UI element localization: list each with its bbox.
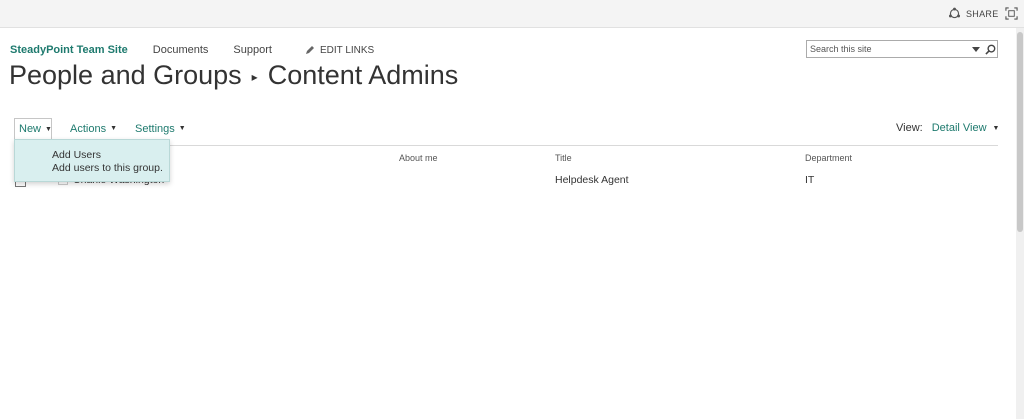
view-selector: View: Detail View ▼ (896, 122, 999, 134)
focus-mode-icon[interactable] (1005, 7, 1018, 20)
column-header-title[interactable]: Title (555, 153, 572, 163)
menu-item-description: Add users to this group. (52, 162, 163, 174)
search-icon[interactable] (985, 44, 996, 55)
nav-link-documents[interactable]: Documents (153, 44, 209, 56)
column-header-department[interactable]: Department (805, 153, 852, 163)
title-cell: Helpdesk Agent (555, 174, 629, 186)
column-header-about-me[interactable]: About me (399, 153, 438, 163)
list-toolbar: New ▼ Actions ▼ Settings ▼ View: Detail … (14, 118, 1014, 140)
share-label: SHARE (966, 8, 999, 19)
chevron-down-icon: ▼ (178, 125, 186, 132)
view-dropdown[interactable]: Detail View ▼ (932, 122, 1000, 134)
share-button[interactable]: SHARE (948, 7, 999, 20)
pencil-icon (305, 46, 314, 54)
new-label: New (19, 123, 42, 135)
page-title: People and Groups ▸ Content Admins (9, 60, 458, 91)
edit-links-label: EDIT LINKS (319, 44, 375, 56)
share-icon (948, 7, 961, 19)
chevron-down-icon: ▼ (110, 125, 118, 132)
view-label: View: (896, 122, 923, 134)
new-menu-button[interactable]: New ▼ (14, 118, 52, 139)
department-cell: IT (805, 174, 815, 186)
new-dropdown-menu: Add Users Add users to this group. (14, 139, 170, 182)
site-title-link[interactable]: SteadyPoint Team Site (10, 44, 128, 56)
actions-label: Actions (70, 122, 107, 135)
menu-item-title: Add Users (52, 149, 102, 161)
chevron-down-icon: ▼ (45, 125, 52, 133)
settings-menu-button[interactable]: Settings ▼ (135, 118, 186, 139)
suite-bar: SHARE (0, 0, 1024, 28)
vertical-scrollbar[interactable] (1016, 28, 1024, 419)
settings-label: Settings (135, 122, 175, 135)
actions-menu-button[interactable]: Actions ▼ (70, 118, 117, 139)
view-value: Detail View (931, 122, 987, 134)
chevron-down-icon: ▼ (992, 124, 1000, 132)
breadcrumb-parent[interactable]: People and Groups (9, 60, 242, 91)
search-scope-dropdown-icon[interactable] (971, 44, 981, 54)
breadcrumb-current: Content Admins (267, 60, 459, 90)
edit-links-button[interactable]: EDIT LINKS (305, 45, 374, 56)
breadcrumb-separator-icon: ▸ (251, 69, 258, 84)
search-input[interactable] (810, 42, 960, 56)
menu-item-add-users[interactable]: Add Users Add users to this group. (52, 149, 163, 174)
top-navigation: SteadyPoint Team Site Documents Support … (10, 44, 374, 56)
nav-link-support[interactable]: Support (233, 44, 272, 56)
search-box (806, 40, 998, 58)
scrollbar-thumb[interactable] (1017, 32, 1023, 232)
